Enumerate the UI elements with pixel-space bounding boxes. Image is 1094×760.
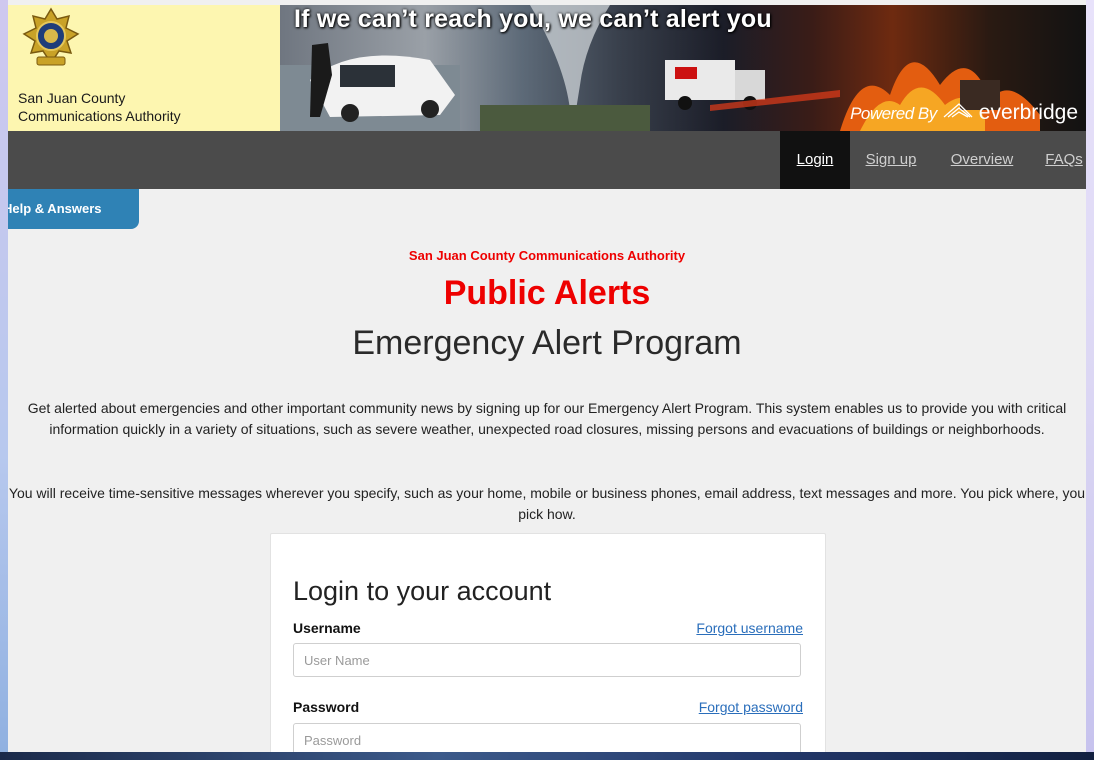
detail-paragraph: You will receive time-sensitive messages… [8, 485, 1086, 522]
login-heading: Login to your account [293, 576, 552, 606]
powered-by-badge: Powered By everbridge [850, 101, 1078, 125]
brand-name: San Juan County Communications Authority [18, 89, 278, 125]
desktop-edge-bottom [0, 752, 1094, 760]
nav-signup[interactable]: Sign up [856, 131, 926, 189]
brand-panel: San Juan County Communications Authority [8, 5, 280, 131]
header-banner: If we can’t reach you, we can’t alert yo… [280, 5, 1086, 131]
desktop-edge-left [0, 0, 8, 760]
username-input[interactable] [293, 643, 801, 677]
help-answers-label: Help & Answers [8, 201, 102, 216]
username-label: Username [293, 620, 361, 636]
brand-name-line2: Communications Authority [18, 108, 181, 124]
everbridge-logo-icon [943, 103, 973, 118]
banner-tagline: If we can’t reach you, we can’t alert yo… [294, 5, 772, 33]
help-answers-tab[interactable]: Help & Answers [8, 189, 139, 229]
page: San Juan County Communications Authority [8, 0, 1086, 752]
login-card: Login to your account Username Forgot us… [270, 533, 826, 752]
powered-by-label: Powered By [850, 104, 937, 123]
forgot-password-link[interactable]: Forgot password [699, 699, 803, 715]
org-name: San Juan County Communications Authority [408, 248, 686, 263]
desktop-edge-right [1086, 0, 1094, 760]
password-label: Password [293, 699, 360, 715]
page-title: Public Alerts [443, 274, 651, 312]
intro-paragraph: Get alerted about emergencies and other … [27, 400, 1067, 437]
sheriff-badge-icon [22, 7, 80, 66]
top-nav: Login Sign up Overview FAQs [8, 131, 1086, 189]
password-input[interactable] [293, 723, 801, 752]
nav-overview[interactable]: Overview [942, 131, 1022, 189]
header: San Juan County Communications Authority [8, 5, 1086, 131]
forgot-username-link[interactable]: Forgot username [696, 620, 803, 636]
nav-faqs[interactable]: FAQs [1038, 131, 1086, 189]
brand-name-line1: San Juan County [18, 90, 126, 106]
everbridge-wordmark: everbridge [978, 101, 1078, 124]
page-subtitle: Emergency Alert Program [352, 324, 742, 362]
nav-login[interactable]: Login [780, 131, 850, 189]
